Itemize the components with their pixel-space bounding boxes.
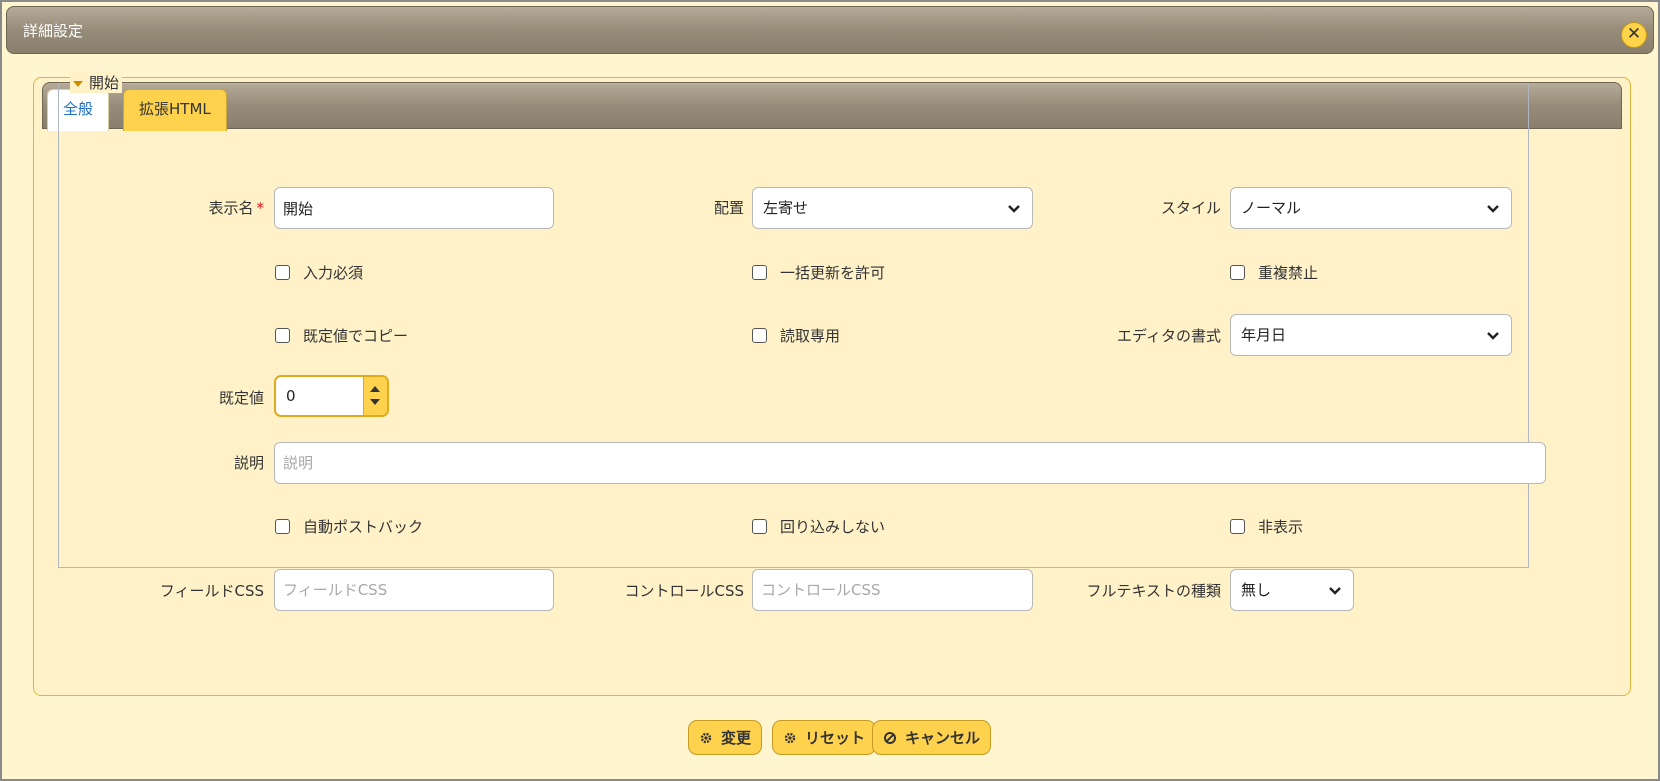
display-name-label: 表示名 * <box>208 199 265 217</box>
checkbox-box[interactable] <box>1230 265 1245 280</box>
editor-format-select-value: 年月日 <box>1241 326 1287 344</box>
chevron-down-icon <box>1487 332 1499 340</box>
style-label: スタイル <box>1160 199 1221 217</box>
default-value-text[interactable]: 0 <box>286 387 296 405</box>
default-value-stepper[interactable]: 0 <box>274 375 389 417</box>
stepper-down-icon[interactable] <box>370 399 380 405</box>
default-value-label: 既定値 <box>218 389 264 407</box>
reset-button[interactable]: リセット <box>772 720 877 755</box>
fulltext-type-label: フルテキストの種類 <box>1086 582 1221 600</box>
checkbox-box[interactable] <box>275 328 290 343</box>
fulltext-type-select-value: 無し <box>1241 581 1272 599</box>
section-legend[interactable]: 開始 <box>70 72 123 93</box>
dialog-titlebar[interactable]: 詳細設定 ✕ <box>6 6 1654 54</box>
collapse-triangle-icon <box>73 80 83 87</box>
dialog-title: 詳細設定 <box>23 22 84 40</box>
stepper-up-icon[interactable] <box>370 386 380 392</box>
no-duplicates-checkbox[interactable]: 重複禁止 <box>1230 262 1318 283</box>
read-only-checkbox[interactable]: 読取専用 <box>752 325 840 346</box>
field-css-input[interactable] <box>274 569 554 611</box>
fulltext-type-select[interactable]: 無し <box>1230 569 1354 611</box>
no-wrap-checkbox[interactable]: 回り込みしない <box>752 516 885 537</box>
alignment-select[interactable]: 左寄せ <box>752 187 1033 229</box>
gear-icon <box>784 732 796 743</box>
close-icon[interactable]: ✕ <box>1621 22 1647 48</box>
required-checkbox[interactable]: 入力必須 <box>275 262 363 283</box>
cancel-button[interactable]: キャンセル <box>872 720 992 755</box>
control-css-label: コントロールCSS <box>624 582 744 600</box>
display-name-input[interactable] <box>274 187 554 229</box>
checkbox-box[interactable] <box>752 519 767 534</box>
copy-default-checkbox[interactable]: 既定値でコピー <box>275 325 408 346</box>
bulk-update-checkbox[interactable]: 一括更新を許可 <box>752 262 885 283</box>
description-input[interactable] <box>274 442 1546 484</box>
checkbox-box[interactable] <box>275 519 290 534</box>
checkbox-box[interactable] <box>752 265 767 280</box>
checkbox-box[interactable] <box>1230 519 1245 534</box>
control-css-input[interactable] <box>752 569 1033 611</box>
chevron-down-icon <box>1329 587 1341 595</box>
details-dialog: 詳細設定 ✕ 全般 拡張HTML 開始 表示名* 配置 左寄せ スタイル ノーマ… <box>0 0 1660 781</box>
description-label: 説明 <box>233 454 264 472</box>
checkbox-box[interactable] <box>752 328 767 343</box>
stepper-arrows <box>363 377 387 415</box>
checkbox-box[interactable] <box>275 265 290 280</box>
change-button[interactable]: 変更 <box>688 720 763 755</box>
chevron-down-icon <box>1487 205 1499 213</box>
style-select[interactable]: ノーマル <box>1230 187 1512 229</box>
editor-format-select[interactable]: 年月日 <box>1230 314 1512 356</box>
field-css-label: フィールドCSS <box>159 582 264 600</box>
auto-postback-checkbox[interactable]: 自動ポストバック <box>275 516 423 537</box>
chevron-down-icon <box>1008 205 1020 213</box>
hidden-checkbox[interactable]: 非表示 <box>1230 516 1303 537</box>
alignment-label: 配置 <box>713 199 744 217</box>
alignment-select-value: 左寄せ <box>763 199 809 217</box>
cancel-icon <box>884 731 896 744</box>
required-mark: * <box>256 199 265 217</box>
editor-format-label: エディタの書式 <box>1117 327 1221 345</box>
style-select-value: ノーマル <box>1241 199 1302 217</box>
gear-icon <box>700 732 712 743</box>
